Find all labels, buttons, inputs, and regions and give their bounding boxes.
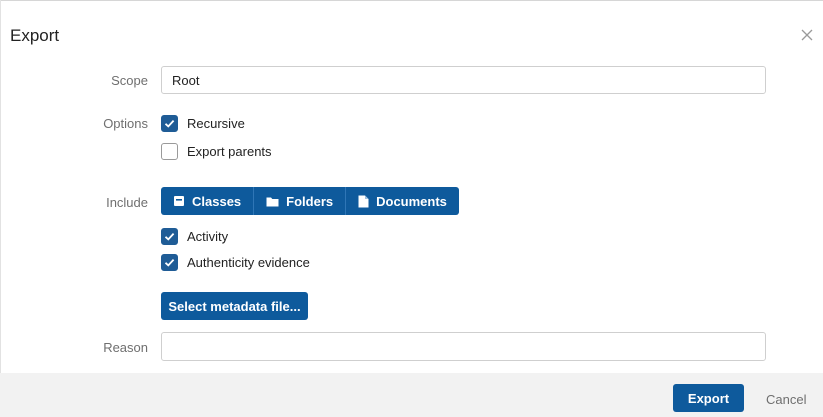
options-label: Options (103, 116, 148, 131)
close-icon[interactable] (800, 28, 814, 42)
class-icon (174, 196, 184, 206)
recursive-checkbox[interactable]: Recursive (161, 114, 245, 132)
activity-label: Activity (187, 228, 229, 244)
include-label: Include (106, 195, 148, 210)
authenticity-evidence-checkbox[interactable]: Authenticity evidence (161, 253, 310, 271)
scope-label: Scope (111, 73, 148, 88)
include-button-group: Classes Folders Documents (161, 187, 459, 215)
include-folders-label: Folders (286, 193, 334, 209)
folder-icon (266, 197, 279, 206)
checkbox-checked-icon (161, 253, 178, 271)
activity-checkbox[interactable]: Activity (161, 227, 228, 245)
export-parents-label: Export parents (187, 143, 272, 159)
dialog-top-border (0, 0, 823, 1)
include-folders-button[interactable]: Folders (254, 187, 345, 215)
include-classes-label: Classes (192, 193, 242, 209)
include-documents-label: Documents (376, 193, 447, 209)
reason-input[interactable] (161, 332, 766, 361)
reason-label: Reason (103, 340, 148, 355)
checkbox-unchecked-icon (161, 142, 178, 160)
cancel-button[interactable]: Cancel (766, 392, 806, 407)
document-icon (358, 195, 369, 207)
select-metadata-file-button[interactable]: Select metadata file... (161, 292, 308, 320)
recursive-label: Recursive (187, 115, 245, 131)
include-documents-button[interactable]: Documents (346, 187, 459, 215)
include-classes-button[interactable]: Classes (161, 187, 253, 215)
export-button[interactable]: Export (673, 384, 744, 412)
checkbox-checked-icon (161, 227, 178, 245)
export-parents-checkbox[interactable]: Export parents (161, 142, 272, 160)
dialog-left-border (0, 0, 1, 373)
dialog-title: Export (10, 26, 60, 45)
authenticity-evidence-label: Authenticity evidence (187, 254, 310, 270)
scope-input[interactable] (161, 66, 766, 94)
checkbox-checked-icon (161, 114, 178, 132)
